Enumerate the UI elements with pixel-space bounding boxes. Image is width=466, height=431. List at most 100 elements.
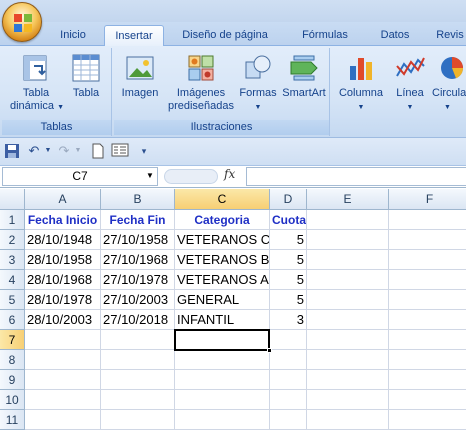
row-header-3[interactable]: 3: [0, 250, 25, 270]
cell-c5[interactable]: GENERAL: [175, 290, 270, 310]
cell-c4[interactable]: VETERANOS A: [175, 270, 270, 290]
cell-d3[interactable]: 5: [270, 250, 307, 270]
column-header-b[interactable]: B: [101, 189, 175, 210]
column-header-e[interactable]: E: [307, 189, 389, 210]
tab-formulas[interactable]: Fórmulas: [292, 25, 358, 46]
row-header-1[interactable]: 1: [0, 210, 25, 230]
row-header-8[interactable]: 8: [0, 350, 25, 370]
cell-e10[interactable]: [307, 390, 389, 410]
cell-d9[interactable]: [270, 370, 307, 390]
tabla-dinamica-button[interactable]: Tabla dinámica ▼: [10, 52, 64, 114]
cell-f9[interactable]: [389, 370, 466, 390]
chevron-down-icon[interactable]: ▼: [144, 168, 156, 183]
cell-c2[interactable]: VETERANOS C: [175, 230, 270, 250]
cell-b2[interactable]: 27/10/1958: [101, 230, 175, 250]
cell-c11[interactable]: [175, 410, 270, 430]
cell-b4[interactable]: 27/10/1978: [101, 270, 175, 290]
cell-a5[interactable]: 28/10/1978: [25, 290, 101, 310]
cell-e1[interactable]: [307, 210, 389, 230]
tab-datos[interactable]: Datos: [372, 25, 418, 46]
cell-d4[interactable]: 5: [270, 270, 307, 290]
cell-f11[interactable]: [389, 410, 466, 430]
row-header-11[interactable]: 11: [0, 410, 25, 430]
cell-d5[interactable]: 5: [270, 290, 307, 310]
cell-a9[interactable]: [25, 370, 101, 390]
cell-a11[interactable]: [25, 410, 101, 430]
cell-e4[interactable]: [307, 270, 389, 290]
row-header-5[interactable]: 5: [0, 290, 25, 310]
cell-a8[interactable]: [25, 350, 101, 370]
row-header-7[interactable]: 7: [0, 330, 25, 350]
cell-f8[interactable]: [389, 350, 466, 370]
cell-e2[interactable]: [307, 230, 389, 250]
customize-qat-icon[interactable]: ▾: [136, 143, 152, 159]
tab-revisar[interactable]: Revis: [430, 25, 466, 46]
cell-c10[interactable]: [175, 390, 270, 410]
cell-c9[interactable]: [175, 370, 270, 390]
tab-inicio[interactable]: Inicio: [50, 25, 96, 46]
imagen-button[interactable]: Imagen: [118, 52, 162, 100]
new-document-icon[interactable]: [90, 143, 106, 159]
cell-b10[interactable]: [101, 390, 175, 410]
cell-b11[interactable]: [101, 410, 175, 430]
columna-button[interactable]: Columna ▼: [336, 52, 386, 114]
fill-handle[interactable]: [267, 348, 272, 353]
column-header-c[interactable]: C: [175, 189, 270, 210]
tab-diseno-pagina[interactable]: Diseño de página: [172, 25, 278, 46]
cell-e11[interactable]: [307, 410, 389, 430]
cell-f7[interactable]: [389, 330, 466, 350]
cell-d2[interactable]: 5: [270, 230, 307, 250]
chevron-down-icon[interactable]: ▼: [40, 143, 56, 159]
tabla-button[interactable]: Tabla: [66, 52, 106, 100]
cell-f3[interactable]: [389, 250, 466, 270]
cell-e5[interactable]: [307, 290, 389, 310]
cell-f10[interactable]: [389, 390, 466, 410]
cell-e3[interactable]: [307, 250, 389, 270]
cell-c7[interactable]: [175, 330, 270, 350]
cell-f4[interactable]: [389, 270, 466, 290]
cell-c1[interactable]: Categoria: [175, 210, 270, 230]
cell-e6[interactable]: [307, 310, 389, 330]
cell-f6[interactable]: [389, 310, 466, 330]
cell-d10[interactable]: [270, 390, 307, 410]
cell-a2[interactable]: 28/10/1948: [25, 230, 101, 250]
smartart-button[interactable]: SmartArt: [280, 52, 328, 100]
cell-b6[interactable]: 27/10/2018: [101, 310, 175, 330]
name-box[interactable]: C7: [2, 167, 158, 186]
chevron-down-icon[interactable]: ▼: [70, 143, 86, 159]
linea-button[interactable]: Línea ▼: [388, 52, 432, 114]
formas-button[interactable]: Formas ▼: [236, 52, 280, 114]
cell-c3[interactable]: VETERANOS B: [175, 250, 270, 270]
cell-d8[interactable]: [270, 350, 307, 370]
select-all-corner[interactable]: [0, 189, 25, 210]
column-header-d[interactable]: D: [270, 189, 307, 210]
cell-b5[interactable]: 27/10/2003: [101, 290, 175, 310]
cell-d1[interactable]: Cuota: [270, 210, 307, 230]
row-header-4[interactable]: 4: [0, 270, 25, 290]
formula-expand-pill[interactable]: [164, 169, 218, 184]
cell-c6[interactable]: INFANTIL: [175, 310, 270, 330]
cell-f5[interactable]: [389, 290, 466, 310]
column-header-f[interactable]: F: [389, 189, 466, 210]
office-button[interactable]: [2, 2, 42, 42]
cell-d6[interactable]: 3: [270, 310, 307, 330]
imagenes-prediseñadas-button[interactable]: Imágenes prediseñadas: [166, 52, 236, 113]
cell-a7[interactable]: [25, 330, 101, 350]
cell-a3[interactable]: 28/10/1958: [25, 250, 101, 270]
tab-insertar[interactable]: Insertar: [104, 25, 164, 46]
row-header-2[interactable]: 2: [0, 230, 25, 250]
cell-f2[interactable]: [389, 230, 466, 250]
cell-b1[interactable]: Fecha Fin: [101, 210, 175, 230]
cell-a10[interactable]: [25, 390, 101, 410]
column-header-a[interactable]: A: [25, 189, 101, 210]
row-header-6[interactable]: 6: [0, 310, 25, 330]
cell-a1[interactable]: Fecha Inicio: [25, 210, 101, 230]
cell-f1[interactable]: [389, 210, 466, 230]
cell-d7[interactable]: [270, 330, 307, 350]
cell-a4[interactable]: 28/10/1968: [25, 270, 101, 290]
save-icon[interactable]: [4, 143, 20, 159]
cell-b8[interactable]: [101, 350, 175, 370]
formula-input[interactable]: [246, 167, 466, 186]
cell-e7[interactable]: [307, 330, 389, 350]
cell-b9[interactable]: [101, 370, 175, 390]
